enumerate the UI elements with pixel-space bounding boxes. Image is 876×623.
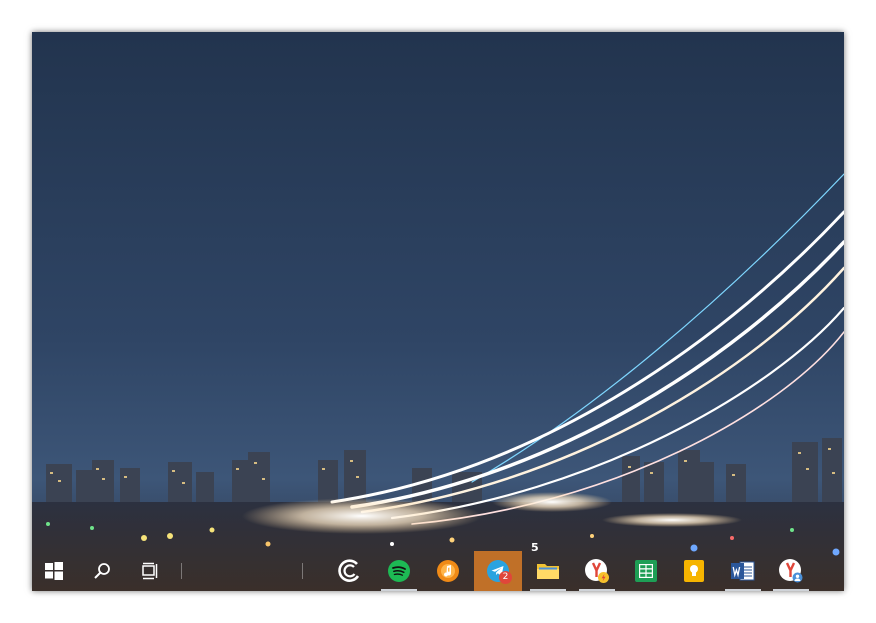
taskbar-app-yandex-browser[interactable]: [575, 551, 619, 591]
taskbar-separator: [181, 563, 182, 579]
taskbar-app-music[interactable]: [426, 551, 470, 591]
task-view-button[interactable]: [128, 551, 172, 591]
taskbar-app-word[interactable]: [721, 551, 765, 591]
running-indicator: [381, 589, 417, 591]
start-button[interactable]: [32, 551, 76, 591]
search-button[interactable]: [80, 551, 124, 591]
running-indicator: [530, 589, 566, 591]
yandex-browser-icon: [779, 559, 803, 583]
taskbar-separator: [302, 563, 303, 579]
taskbar-app-file-explorer[interactable]: 5: [526, 541, 570, 591]
running-indicator: [725, 589, 761, 591]
spotify-icon: [388, 560, 410, 582]
running-indicator: [579, 589, 615, 591]
taskbar: 2 5: [32, 541, 844, 591]
search-icon: [94, 563, 110, 579]
sheets-icon: [635, 560, 657, 582]
music-player-icon: [437, 560, 459, 582]
taskbar-app-telegram[interactable]: 2: [474, 551, 522, 591]
notification-badge: 2: [499, 571, 512, 584]
ring-app-icon: [338, 559, 360, 582]
taskbar-app-ring[interactable]: [328, 551, 372, 591]
desktop-wallpaper: [32, 32, 844, 591]
taskbar-app-google-sheets[interactable]: [624, 551, 668, 591]
folder-icon: [537, 564, 559, 579]
keep-icon: [684, 560, 704, 582]
taskbar-app-yandex-browser-2[interactable]: [769, 551, 813, 591]
taskbar-app-spotify[interactable]: [377, 551, 421, 591]
yandex-browser-icon: [585, 559, 609, 583]
taskbar-app-google-keep[interactable]: [672, 551, 716, 591]
windows-icon: [45, 562, 63, 580]
word-icon: [731, 561, 755, 581]
task-view-icon: [142, 562, 158, 580]
window-count-label: 5: [531, 541, 539, 554]
running-indicator: [773, 589, 809, 591]
desktop: 2 5: [32, 32, 844, 591]
